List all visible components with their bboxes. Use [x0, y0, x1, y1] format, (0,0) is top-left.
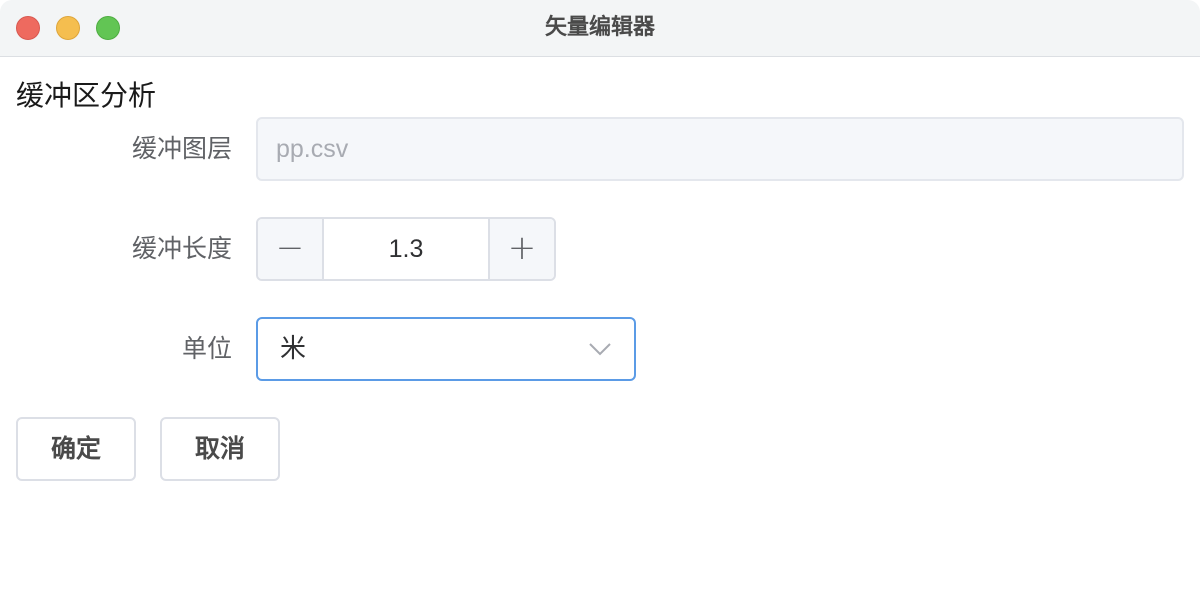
buffer-length-label: 缓冲长度 — [131, 234, 232, 263]
chevron-down-icon — [589, 343, 611, 356]
confirm-button[interactable]: 确定 — [16, 417, 136, 481]
cancel-button[interactable]: 取消 — [160, 417, 280, 481]
title-bar: 矢量编辑器 — [0, 0, 1200, 57]
section-title: 缓冲区分析 — [16, 79, 157, 112]
unit-select[interactable]: 米 — [256, 317, 636, 381]
buffer-layer-input: pp.csv — [256, 117, 1184, 181]
window-title: 矢量编辑器 — [544, 15, 655, 40]
app-window: 矢量编辑器 缓冲区分析 缓冲图层 pp.csv 缓冲长度 − 1.3 + 单位 … — [0, 0, 1200, 600]
unit-select-value: 米 — [280, 334, 307, 364]
increment-button[interactable]: + — [488, 219, 554, 279]
decrement-button[interactable]: − — [258, 219, 324, 279]
buffer-length-stepper: − 1.3 + — [256, 217, 556, 281]
buffer-length-input[interactable]: 1.3 — [324, 219, 488, 279]
buffer-layer-label: 缓冲图层 — [131, 134, 232, 163]
unit-label: 单位 — [181, 334, 232, 363]
